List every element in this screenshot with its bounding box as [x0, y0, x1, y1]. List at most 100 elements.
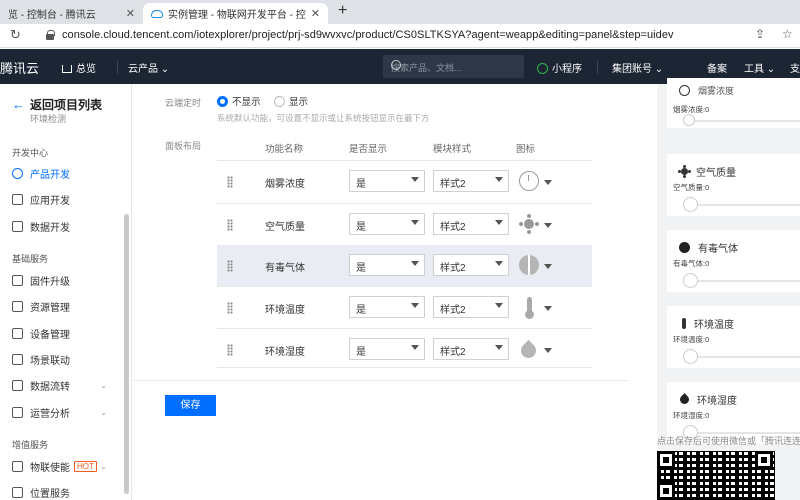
nav-group-account[interactable]: 集团账号 ⌄ — [612, 60, 663, 75]
chevron-down-icon[interactable] — [544, 180, 552, 185]
nav-home-label: 总览 — [76, 64, 96, 75]
preview-slider-track[interactable] — [691, 356, 800, 358]
preview-card-title: 空气质量 — [679, 164, 736, 179]
close-icon[interactable]: ✕ — [311, 7, 320, 20]
preview-card-title: 有毒气体 — [679, 240, 738, 255]
preview-slider-knob[interactable] — [683, 197, 698, 212]
hot-badge: HOT — [74, 460, 97, 472]
chevron-down-icon[interactable] — [544, 264, 552, 269]
style-select[interactable]: 样式2 — [433, 170, 509, 192]
close-icon[interactable]: ✕ — [126, 7, 135, 20]
style-select[interactable]: 样式2 — [433, 254, 509, 276]
lock-icon[interactable] — [46, 30, 55, 40]
show-select[interactable]: 是 — [349, 338, 425, 360]
select-value: 样式2 — [440, 347, 466, 358]
icon-picker[interactable] — [517, 295, 541, 319]
chevron-down-icon[interactable] — [544, 223, 552, 228]
radio-hide-label: 不显示 — [232, 97, 261, 108]
search-input[interactable]: 搜索产品、文档... — [391, 61, 462, 74]
device-icon — [12, 327, 23, 339]
style-select[interactable]: 样式2 — [433, 338, 509, 360]
home-icon — [62, 65, 72, 73]
sidebar-item-location[interactable]: 位置服务 — [0, 481, 131, 500]
sidebar-item-data-dev[interactable]: 数据开发 — [0, 215, 131, 237]
show-select[interactable]: 是 — [349, 170, 425, 192]
drop-icon — [517, 339, 540, 362]
nav-products[interactable]: 云产品 ⌄ — [128, 60, 169, 75]
sidebar-item-label: 数据开发 — [30, 222, 70, 234]
style-select[interactable]: 样式2 — [433, 213, 509, 235]
url-field[interactable]: console.cloud.tencent.com/iotexplorer/pr… — [62, 29, 674, 41]
icon-picker[interactable] — [517, 253, 541, 277]
sidebar-scrollbar[interactable] — [124, 214, 129, 494]
sidebar-item-firmware[interactable]: 固件升级 — [0, 269, 131, 291]
show-select[interactable]: 是 — [349, 296, 425, 318]
sidebar-item-resources[interactable]: 资源管理 — [0, 295, 131, 317]
sidebar-item-product-dev[interactable]: 产品开发 — [0, 162, 131, 184]
radio-hide[interactable]: 不显示 — [217, 94, 261, 108]
icon-picker[interactable] — [517, 212, 541, 236]
style-select[interactable]: 样式2 — [433, 296, 509, 318]
sidebar: ← 返回项目列表 环境检测 开发中心 产品开发 应用开发 数据开发 基础服务 固件… — [0, 84, 132, 500]
data-icon — [12, 220, 23, 232]
preview-slider-knob[interactable] — [683, 114, 695, 126]
select-value: 样式2 — [440, 263, 466, 274]
share-icon[interactable]: ⇪ — [755, 27, 765, 41]
divider — [217, 367, 592, 368]
drag-handle-icon[interactable] — [227, 219, 233, 231]
upgrade-icon — [12, 274, 23, 286]
panel-editor: 云端定时 不显示 显示 系统默认功能，可设置不显示或让系统按钮显示在最下方 面板… — [133, 84, 657, 500]
resource-icon — [12, 300, 23, 312]
show-select[interactable]: 是 — [349, 254, 425, 276]
sidebar-item-data-flow[interactable]: 数据流转 ⌄ — [0, 374, 131, 396]
drag-handle-icon[interactable] — [227, 302, 233, 314]
bookmark-star-icon[interactable]: ☆ — [782, 27, 793, 41]
back-to-projects[interactable]: ← 返回项目列表 — [12, 96, 102, 113]
sidebar-item-app-dev[interactable]: 应用开发 — [0, 188, 131, 210]
qr-code — [657, 451, 775, 500]
nav-tools[interactable]: 工具 ⌄ — [744, 60, 775, 75]
drag-handle-icon[interactable] — [227, 176, 233, 188]
preview-card-title: 环境温度 — [679, 316, 734, 331]
sidebar-item-scenes[interactable]: 场景联动 — [0, 348, 131, 370]
sidebar-item-label: 固件升级 — [30, 276, 70, 288]
global-search[interactable]: 搜索产品、文档... — [383, 55, 524, 78]
save-button[interactable]: 保存 — [165, 395, 216, 416]
chevron-down-icon[interactable] — [544, 306, 552, 311]
nav-mini-program[interactable]: 小程序 — [537, 60, 582, 75]
preview-card-label: 空气质量 — [696, 168, 736, 179]
drag-handle-icon[interactable] — [227, 260, 233, 272]
back-label: 返回项目列表 — [30, 98, 103, 112]
icon-picker[interactable] — [517, 169, 541, 193]
preview-card-title: 烟雾浓度 — [679, 84, 734, 97]
nav-filing[interactable]: 备案 — [707, 60, 727, 75]
icon-picker[interactable] — [517, 337, 541, 362]
brand-logo[interactable]: 腾讯云 — [0, 58, 39, 77]
new-tab-icon[interactable]: + — [338, 2, 347, 20]
preview-slider-knob[interactable] — [683, 349, 698, 364]
preview-card-label: 烟雾浓度 — [698, 86, 735, 96]
sidebar-item-devices[interactable]: 设备管理 — [0, 322, 131, 344]
chevron-down-icon: ⌄ — [100, 461, 107, 471]
browser-tab-console[interactable]: 览 - 控制台 - 腾讯云 ✕ — [0, 3, 143, 24]
drag-handle-icon[interactable] — [227, 344, 233, 356]
preview-slider-track[interactable] — [691, 120, 800, 122]
browser-tab-instance[interactable]: 实例管理 - 物联网开发平台 - 控 ✕ — [143, 3, 328, 24]
reload-icon[interactable]: ↻ — [10, 27, 21, 43]
enable-icon — [12, 460, 23, 472]
search-icon[interactable] — [391, 60, 401, 70]
nav-home[interactable]: 总览 — [62, 60, 96, 75]
preview-card: 有毒气体 有毒气体:0 — [667, 230, 800, 292]
chevron-down-icon — [411, 177, 419, 182]
preview-card: 环境温度 环境温度:0 — [667, 306, 800, 368]
sidebar-item-iot-enable[interactable]: 物联使能 HOT ⌄ — [0, 455, 131, 477]
nav-support[interactable]: 支 — [790, 60, 800, 75]
preview-slider-track[interactable] — [691, 204, 800, 206]
radio-show[interactable]: 显示 — [274, 94, 308, 108]
chevron-down-icon[interactable] — [544, 348, 552, 353]
preview-slider-track[interactable] — [691, 280, 800, 282]
preview-slider-knob[interactable] — [683, 273, 698, 288]
sidebar-item-analytics[interactable]: 运营分析 ⌄ — [0, 401, 131, 423]
show-select[interactable]: 是 — [349, 213, 425, 235]
table-row: 空气质量 是 样式2 — [217, 204, 592, 245]
